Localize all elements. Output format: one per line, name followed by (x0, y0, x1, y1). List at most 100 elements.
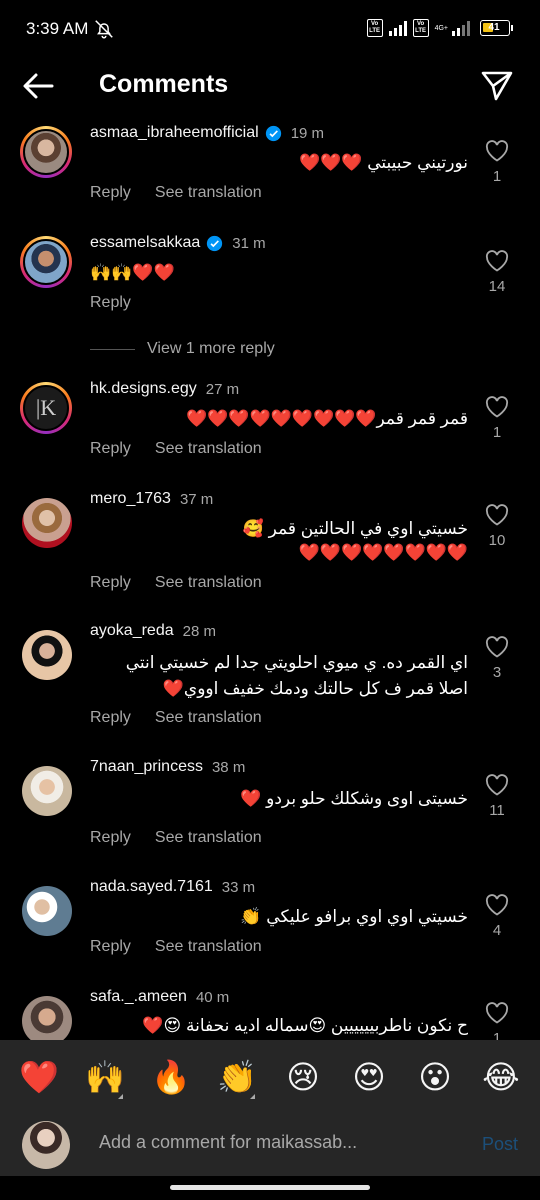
page-title: Comments (99, 70, 229, 98)
avatar[interactable] (22, 630, 72, 680)
like-button[interactable]: 14 (484, 250, 510, 295)
battery-level: 41 (488, 22, 500, 33)
reply-button[interactable]: Reply (90, 709, 131, 727)
reply-button[interactable]: Reply (90, 184, 131, 202)
comment-text-line: اي القمر ده. ي ميوي احلويتي جدا لم خسيتي… (125, 653, 468, 672)
view-more-replies[interactable]: View 1 more reply (90, 340, 275, 358)
status-bar: 3:39 AM Vo LTE Vo LTE 4G+ 41 (0, 0, 540, 60)
see-translation-button[interactable]: See translation (155, 829, 262, 847)
reply-button[interactable]: Reply (90, 829, 131, 847)
comment-username[interactable]: nada.sayed.7161 (90, 878, 213, 896)
comment-composer: Post (0, 1114, 540, 1176)
comment-time: 19 m (290, 124, 325, 142)
see-translation-button[interactable]: See translation (155, 574, 262, 592)
verified-badge-icon (207, 235, 223, 251)
avatar[interactable] (22, 886, 72, 936)
volte-icon-2: Vo LTE (412, 19, 429, 37)
reaction-laughing[interactable]: 😂 (475, 1057, 527, 1097)
reaction-surprised[interactable]: 😮 (409, 1057, 461, 1097)
avatar[interactable]: |K (20, 382, 72, 434)
comment-text: ح نكون ناطربيييييين 😍سماله اديه نحفانة 😍… (142, 1016, 468, 1035)
heart-outline-icon[interactable] (485, 140, 509, 162)
reply-button[interactable]: Reply (90, 294, 131, 312)
like-count: 14 (488, 278, 506, 295)
comment-text: خسيتى اوى وشكلك حلو بردو ❤️ (240, 789, 468, 808)
heart-outline-icon[interactable] (485, 250, 509, 272)
avatar[interactable] (22, 498, 72, 548)
avatar[interactable] (20, 126, 72, 178)
status-indicators: Vo LTE Vo LTE 4G+ 41 (366, 19, 513, 37)
avatar[interactable] (22, 766, 72, 816)
heart-outline-icon[interactable] (485, 636, 509, 658)
reaction-heart[interactable]: ❤️ (13, 1057, 65, 1097)
comment-time: 37 m (179, 490, 214, 508)
reaction-label: 🙌 (85, 1058, 125, 1096)
signal-icon (388, 20, 407, 36)
quick-reactions-bar: ❤️ 🙌 🔥 👏 😢 😍 😮 😂 (0, 1040, 540, 1114)
heart-outline-icon[interactable] (485, 774, 509, 796)
heart-outline-icon[interactable] (485, 894, 509, 916)
comment-username[interactable]: essamelsakkaa (90, 234, 200, 252)
divider-line (90, 348, 135, 350)
comments-list[interactable]: asmaa_ibraheemofficial 19 m نورتيني حبيب… (0, 112, 540, 1040)
see-translation-button[interactable]: See translation (155, 938, 262, 956)
comment-input[interactable] (99, 1132, 399, 1153)
see-translation-button[interactable]: See translation (155, 184, 262, 202)
heart-outline-icon[interactable] (485, 504, 509, 526)
avatar (22, 1121, 70, 1169)
like-count: 11 (489, 802, 505, 819)
battery-icon: 41 (480, 20, 513, 36)
reaction-label: 👏 (217, 1058, 257, 1096)
comment-time: 28 m (182, 622, 216, 640)
comment-username[interactable]: asmaa_ibraheemofficial (90, 124, 259, 142)
heart-outline-icon[interactable] (485, 1002, 509, 1024)
like-button[interactable]: 1 (484, 396, 510, 441)
comment-actions: Reply See translation (90, 574, 262, 592)
network-type: 4G+ (434, 24, 448, 32)
like-count: 4 (492, 922, 502, 939)
see-translation-button[interactable]: See translation (155, 709, 262, 727)
reaction-fire[interactable]: 🔥 (145, 1057, 197, 1097)
reaction-clap[interactable]: 👏 (211, 1057, 263, 1099)
post-button[interactable]: Post (482, 1134, 518, 1155)
like-count: 1 (492, 168, 502, 185)
comment-text-line: خسيتي اوي في الحالتين قمر 🥰 (242, 519, 468, 538)
like-button[interactable]: 4 (484, 894, 510, 939)
comment-time: 40 m (195, 988, 230, 1006)
comment-username[interactable]: mero_1763 (90, 490, 171, 508)
like-button[interactable]: 11 (484, 774, 510, 819)
reaction-heart-eyes[interactable]: 😍 (343, 1057, 395, 1097)
comment-username[interactable]: hk.designs.egy (90, 380, 197, 398)
reaction-crying[interactable]: 😢 (277, 1057, 329, 1097)
comment-text: خسيتي اوي اوي برافو عليكي 👏 (240, 907, 468, 926)
avatar[interactable] (22, 996, 72, 1040)
heart-outline-icon[interactable] (485, 396, 509, 418)
paper-plane-icon[interactable] (480, 68, 514, 102)
like-count: 10 (488, 532, 506, 549)
comment-username[interactable]: 7naan_princess (90, 758, 203, 776)
see-translation-button[interactable]: See translation (155, 440, 262, 458)
avatar[interactable] (20, 236, 72, 288)
comment-username[interactable]: ayoka_reda (90, 622, 174, 640)
status-time: 3:39 AM (26, 19, 89, 38)
like-button[interactable]: 1 (484, 140, 510, 185)
mute-icon (95, 20, 113, 39)
comment-text-line: اصلا قمر ف كل حالتك ودمك خفيف اووي❤️ (162, 679, 468, 698)
skin-tone-indicator (250, 1094, 255, 1099)
gesture-nav-handle[interactable] (170, 1185, 370, 1190)
comment-text: نورتيني حبيبتي ❤️❤️❤️ (298, 153, 468, 172)
reaction-raised-hands[interactable]: 🙌 (79, 1057, 131, 1099)
volte-icon: Vo LTE (366, 19, 383, 37)
like-button[interactable]: 1 (484, 1002, 510, 1040)
reply-button[interactable]: Reply (90, 574, 131, 592)
arrow-left-icon[interactable] (20, 68, 56, 104)
reply-button[interactable]: Reply (90, 938, 131, 956)
skin-tone-indicator (118, 1094, 123, 1099)
comment-username[interactable]: safa._.ameen (90, 988, 187, 1006)
like-count: 3 (492, 664, 502, 681)
comment-text-line: ❤️❤️❤️❤️❤️❤️❤️❤️ (298, 543, 468, 562)
like-button[interactable]: 3 (484, 636, 510, 681)
like-button[interactable]: 10 (484, 504, 510, 549)
view-more-label[interactable]: View 1 more reply (147, 340, 275, 358)
reply-button[interactable]: Reply (90, 440, 131, 458)
